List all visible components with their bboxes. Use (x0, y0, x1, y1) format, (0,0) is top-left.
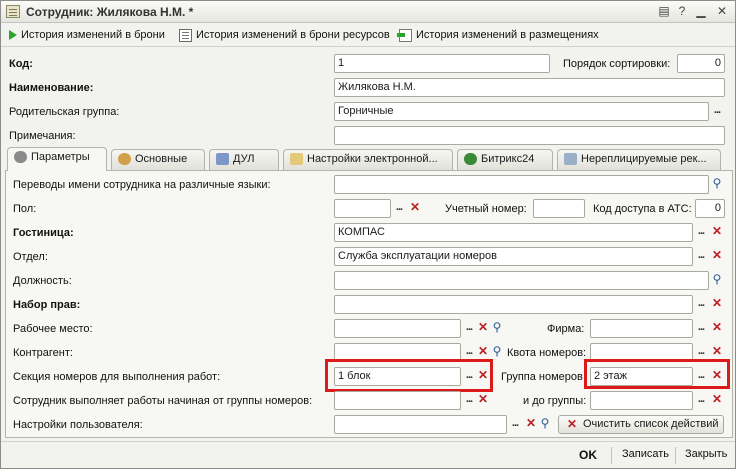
search-icon[interactable]: ⚲ (537, 416, 553, 433)
from-group-label: Сотрудник выполняет работы начиная от гр… (13, 395, 313, 407)
tab-dul[interactable]: ДУЛ (209, 149, 279, 170)
arrow-in-icon (397, 28, 412, 42)
tab-nonreplicated[interactable]: Нереплицируемые рек... (557, 149, 721, 170)
select-button[interactable]: ... (693, 224, 709, 241)
user-settings-input[interactable] (334, 415, 507, 434)
clear-icon[interactable]: ✕ (709, 320, 725, 337)
menu-icon[interactable]: ▤ (655, 3, 673, 20)
tab-email-settings[interactable]: Настройки электронной... (283, 149, 453, 170)
dept-label: Отдел: (13, 251, 48, 263)
highlight-box (584, 359, 730, 389)
dept-input[interactable]: Служба эксплуатации номеров (334, 247, 693, 266)
select-button[interactable]: ... (507, 416, 523, 433)
divider (611, 447, 612, 464)
account-label: Учетный номер: (445, 203, 527, 215)
hotel-input[interactable]: КОМПАС (334, 223, 693, 242)
parent-group-label: Родительская группа: (9, 106, 120, 118)
sort-input[interactable]: 0 (677, 54, 725, 73)
history-booking-button[interactable]: История изменений в брони (9, 27, 165, 44)
position-label: Должность: (13, 275, 72, 287)
notes-label: Примечания: (9, 130, 76, 142)
name-label: Наименование: (9, 82, 94, 94)
toolbar: История изменений в брони История измене… (1, 23, 735, 47)
select-button[interactable]: ... (709, 103, 725, 120)
clear-icon[interactable]: ✕ (709, 392, 725, 409)
quota-label: Квота номеров: (507, 347, 587, 359)
workplace-input[interactable] (334, 319, 461, 338)
select-button[interactable]: ... (391, 200, 407, 217)
tab-bar: Параметры Основные ДУЛ Настройки электро… (5, 147, 733, 171)
clear-actions-button[interactable]: ✕ Очистить список действий (558, 415, 724, 434)
tab-main[interactable]: Основные (111, 149, 205, 170)
globe-icon (464, 153, 477, 166)
title-bar: Сотрудник: Жилякова Н.М. * ▤ ? ▁ ✕ (1, 1, 735, 23)
user-icon (118, 153, 131, 166)
form-icon (6, 5, 20, 18)
tab-params[interactable]: Параметры (7, 147, 107, 171)
to-group-input[interactable] (590, 391, 693, 410)
select-button[interactable]: ... (693, 248, 709, 265)
select-button[interactable]: ... (693, 320, 709, 337)
history-placements-button[interactable]: История изменений в размещениях (397, 27, 599, 44)
clear-icon[interactable]: ✕ (709, 224, 725, 241)
workplace-label: Рабочее место: (13, 323, 93, 335)
ok-button[interactable]: OK (579, 448, 597, 462)
help-icon[interactable]: ? (673, 3, 691, 20)
footer-bar: OK Записать Закрыть (1, 441, 735, 468)
window: Сотрудник: Жилякова Н.М. * ▤ ? ▁ ✕ Истор… (0, 0, 736, 469)
divider (675, 447, 676, 464)
search-icon[interactable]: ⚲ (709, 176, 725, 193)
document-icon (216, 153, 229, 166)
clear-icon[interactable]: ✕ (709, 296, 725, 313)
clear-icon[interactable]: ✕ (475, 392, 491, 409)
clear-icon[interactable]: ✕ (407, 200, 423, 217)
ats-label: Код доступа в АТС: (593, 203, 692, 215)
save-button[interactable]: Записать (622, 448, 669, 460)
select-button[interactable]: ... (693, 392, 709, 409)
sort-label: Порядок сортировки: (563, 58, 671, 70)
from-group-input[interactable] (334, 391, 461, 410)
tab-bitrix24[interactable]: Битрикс24 (457, 149, 553, 170)
select-button[interactable]: ... (693, 296, 709, 313)
position-input[interactable] (334, 271, 709, 290)
code-input[interactable]: 1 (334, 54, 550, 73)
translations-input[interactable] (334, 175, 709, 194)
gear-icon (14, 151, 27, 164)
notes-input[interactable] (334, 126, 725, 145)
group-label: Группа номеров (501, 371, 583, 383)
document-icon (179, 28, 192, 42)
highlight-box (325, 359, 493, 392)
play-icon (9, 30, 17, 41)
section-label: Секция номеров для выполнения работ: (13, 371, 221, 383)
ats-input[interactable]: 0 (695, 199, 725, 218)
user-settings-label: Настройки пользователя: (13, 419, 143, 431)
close-button[interactable]: Закрыть (685, 448, 727, 460)
search-icon[interactable]: ⚲ (489, 320, 505, 337)
rights-label: Набор прав: (13, 299, 81, 311)
code-label: Код: (9, 58, 33, 70)
clear-icon[interactable]: ✕ (709, 248, 725, 265)
clear-icon: ✕ (567, 417, 578, 431)
minimize-icon[interactable]: ▁ (692, 3, 710, 20)
gender-input[interactable] (334, 199, 391, 218)
contractor-label: Контрагент: (13, 347, 73, 359)
history-resources-button[interactable]: История изменений в брони ресурсов (179, 27, 390, 44)
name-input[interactable]: Жилякова Н.М. (334, 78, 725, 97)
table-icon (564, 153, 577, 166)
translations-label: Переводы имени сотрудника на различные я… (13, 179, 271, 191)
firm-input[interactable] (590, 319, 693, 338)
firm-label: Фирма: (547, 323, 585, 335)
gender-label: Пол: (13, 203, 37, 215)
window-title: Сотрудник: Жилякова Н.М. * (26, 5, 194, 19)
parent-group-input[interactable]: Горничные (334, 102, 709, 121)
search-icon[interactable]: ⚲ (709, 272, 725, 289)
account-input[interactable] (533, 199, 585, 218)
rights-input[interactable] (334, 295, 693, 314)
hotel-label: Гостиница: (13, 227, 74, 239)
close-icon[interactable]: ✕ (713, 3, 731, 20)
mail-icon (290, 153, 303, 166)
to-group-label: и до группы: (523, 395, 587, 407)
